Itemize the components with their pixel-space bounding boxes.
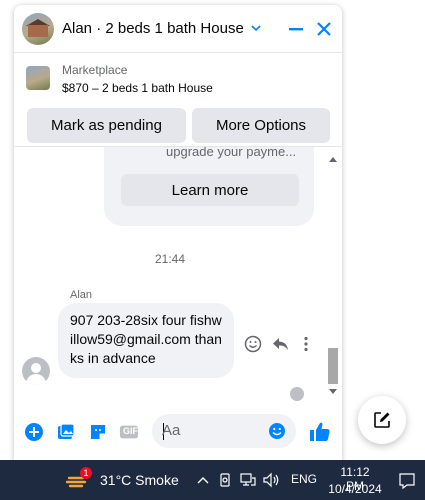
plus-icon[interactable] [24, 422, 44, 442]
more-options-icon[interactable] [303, 336, 309, 352]
chevron-down-icon[interactable] [250, 22, 262, 34]
weather-notification-badge: 1 [80, 467, 92, 479]
message-composer: GIF [14, 405, 342, 461]
new-message-button[interactable] [358, 396, 406, 444]
mark-as-pending-button[interactable]: Mark as pending [27, 108, 186, 143]
message-input[interactable] [162, 422, 262, 439]
windows-taskbar: 1 31°C Smoke ENG 11:12 PM 10/4/2024 [0, 460, 425, 500]
emoji-icon[interactable] [268, 422, 286, 440]
message-scrollbar[interactable] [326, 147, 340, 405]
sender-name: Alan [70, 289, 93, 301]
chat-header[interactable]: Alan · 2 beds 1 bath House [14, 5, 342, 53]
network-icon[interactable] [240, 473, 256, 487]
scroll-thumb[interactable] [328, 348, 338, 384]
card-text: upgrade your payme... [166, 147, 297, 159]
photo-icon[interactable] [56, 422, 76, 442]
chevron-up-icon[interactable] [197, 475, 209, 485]
avatar-head [31, 363, 41, 373]
volume-icon[interactable] [263, 472, 281, 488]
minimize-icon[interactable] [286, 19, 306, 39]
marketplace-banner: Marketplace $870 – 2 beds 1 bath House M… [14, 53, 342, 147]
learn-more-button[interactable]: Learn more [121, 174, 299, 206]
close-icon[interactable] [314, 19, 334, 39]
gif-label: GIF [123, 426, 138, 436]
previous-message-card: upgrade your payme... Learn more [104, 147, 314, 226]
seen-receipt-avatar [290, 387, 304, 401]
message-bubble[interactable]: 907 203-28six four fishwillow59@gmail.co… [58, 303, 234, 378]
listing-thumbnail[interactable] [26, 66, 50, 90]
scroll-up-arrow-icon[interactable] [329, 157, 337, 162]
react-emoji-icon[interactable] [244, 335, 262, 353]
compose-icon [374, 412, 390, 428]
avatar-body [26, 374, 46, 385]
house-body [28, 25, 48, 37]
chat-window: Alan · 2 beds 1 bath House Marketplace $… [14, 5, 342, 461]
language-indicator[interactable]: ENG [291, 472, 317, 486]
sticker-icon[interactable] [88, 422, 108, 442]
message-input-box[interactable] [152, 414, 296, 448]
scroll-down-arrow-icon[interactable] [329, 389, 337, 394]
clock-date[interactable]: 10/4/2024 [326, 482, 384, 496]
chat-title[interactable]: Alan · 2 beds 1 bath House [62, 20, 244, 37]
sender-avatar[interactable] [22, 357, 50, 385]
marketplace-label: Marketplace [62, 63, 128, 77]
meet-now-icon[interactable] [218, 472, 232, 488]
listing-avatar [22, 13, 54, 45]
more-options-button[interactable]: More Options [192, 108, 330, 143]
reply-icon[interactable] [272, 335, 290, 353]
like-icon[interactable] [308, 420, 332, 444]
message-list[interactable]: upgrade your payme... Learn more 21:44 A… [14, 147, 342, 405]
listing-price[interactable]: $870 – 2 beds 1 bath House [62, 81, 213, 95]
message-timestamp: 21:44 [154, 252, 186, 266]
notification-center-icon[interactable] [398, 472, 416, 490]
weather-text[interactable]: 31°C Smoke [100, 472, 179, 488]
